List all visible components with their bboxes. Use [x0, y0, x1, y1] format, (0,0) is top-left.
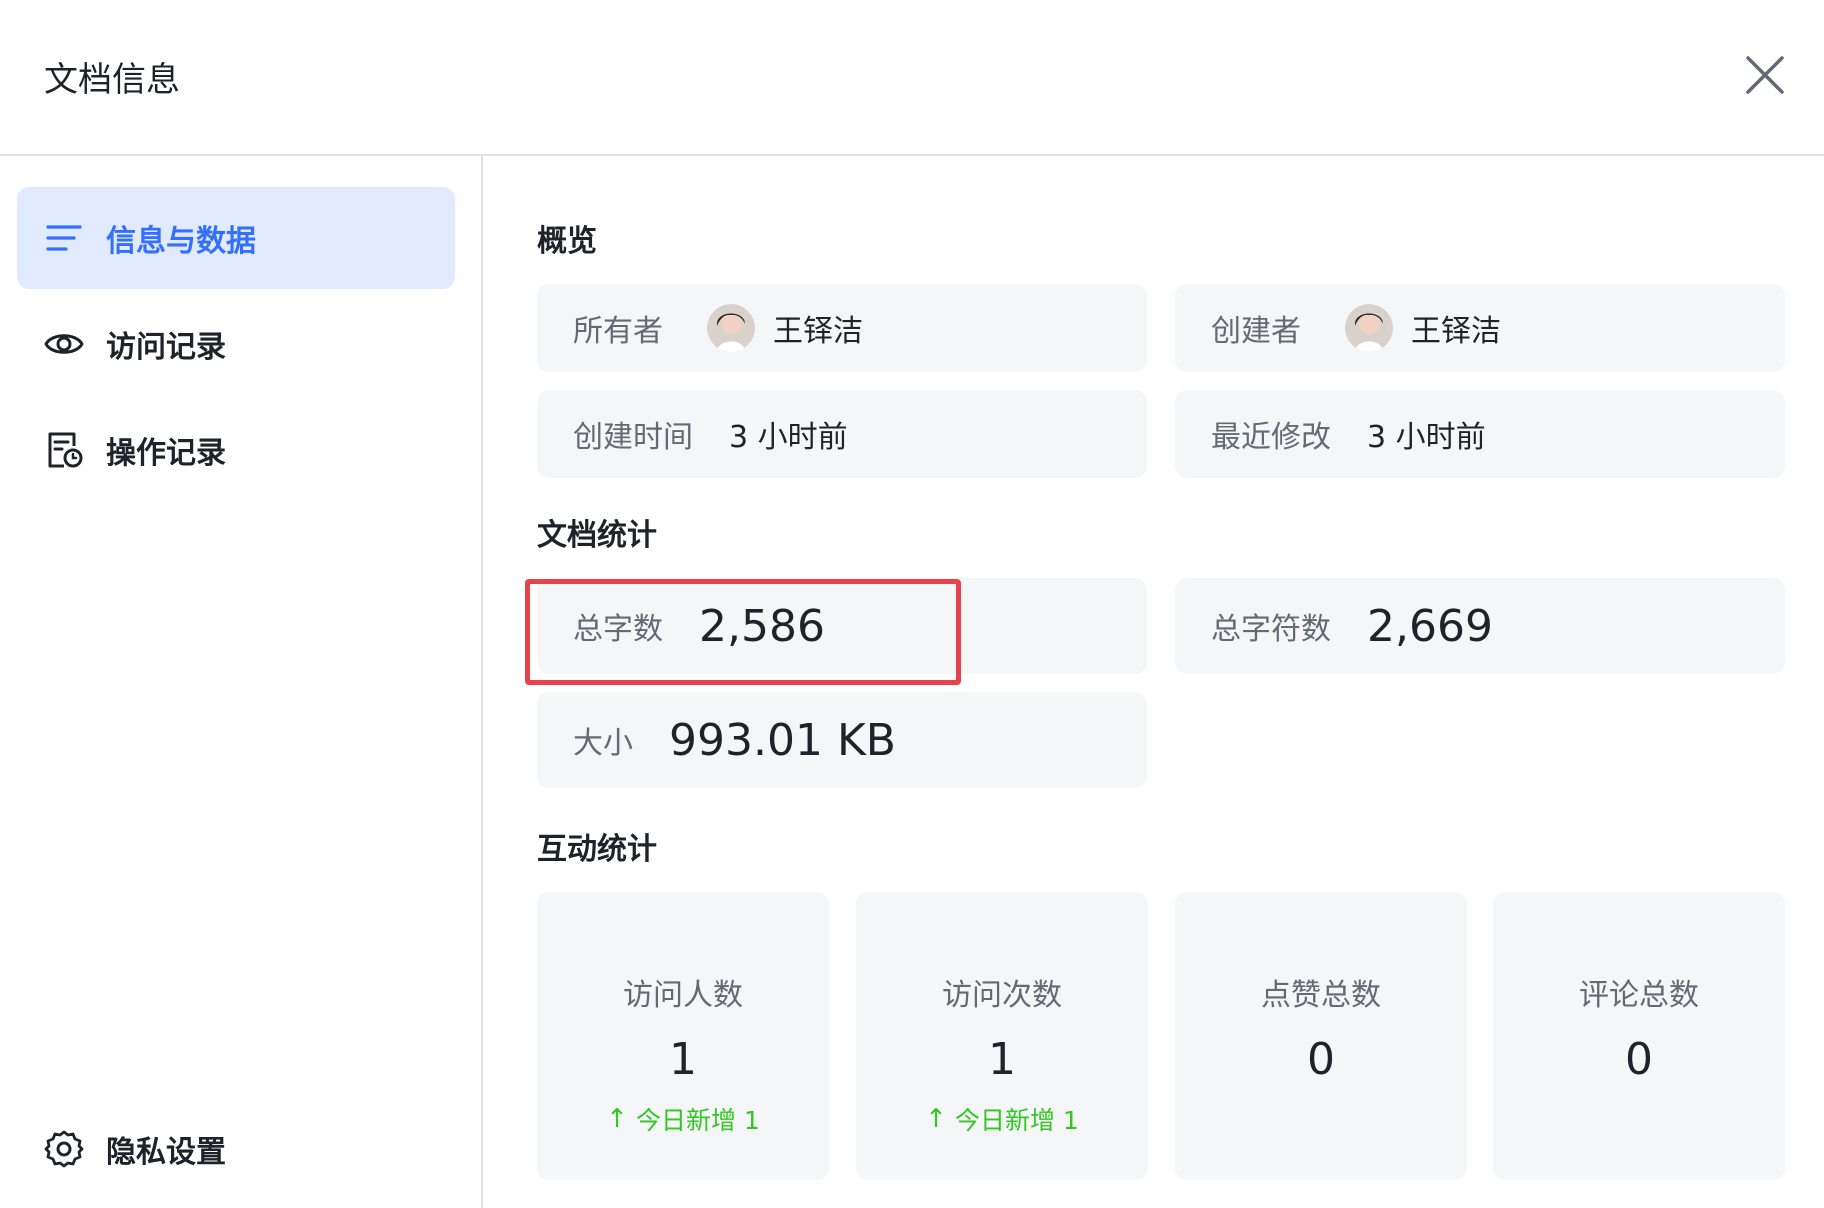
modified-time-card: 最近修改 3 小时前	[1175, 390, 1785, 478]
likes-label: 点赞总数	[1261, 978, 1381, 1013]
main-content: 概览 所有者 王铎洁 创建者 王铎洁 创建时间 3 小时前 最近修改 3 小时前…	[485, 156, 1824, 1208]
visits-delta-text: 今日新增 1	[954, 1106, 1079, 1135]
sidebar-item-privacy-settings[interactable]: 隐私设置	[17, 1098, 455, 1200]
created-time-label: 创建时间	[573, 420, 693, 455]
avatar[interactable]	[1345, 304, 1393, 352]
owner-card: 所有者 王铎洁	[537, 284, 1147, 372]
owner-name[interactable]: 王铎洁	[773, 306, 863, 350]
sidebar-item-label: 隐私设置	[106, 1135, 226, 1170]
creator-name[interactable]: 王铎洁	[1411, 306, 1501, 350]
dialog-header: 文档信息	[0, 0, 1824, 156]
modified-time-value: 3 小时前	[1367, 420, 1486, 455]
avatar[interactable]	[707, 304, 755, 352]
visitors-value: 1	[669, 1034, 697, 1085]
visitors-label: 访问人数	[623, 978, 743, 1013]
creator-label: 创建者	[1211, 314, 1301, 349]
comments-value: 0	[1625, 1034, 1653, 1085]
likes-card[interactable]: 点赞总数 0	[1175, 892, 1467, 1180]
created-time-value: 3 小时前	[729, 420, 848, 455]
owner-label: 所有者	[573, 314, 663, 349]
arrow-up-icon: ↑	[606, 1104, 628, 1134]
sidebar-item-label: 信息与数据	[106, 224, 256, 259]
creator-card: 创建者 王铎洁	[1175, 284, 1785, 372]
size-label: 大小	[573, 726, 633, 761]
char-count-card: 总字符数 2,669	[1175, 578, 1785, 674]
list-icon	[42, 216, 86, 260]
word-count-label: 总字数	[573, 612, 663, 647]
section-title-doc-stats: 文档统计	[537, 518, 657, 553]
arrow-up-icon: ↑	[925, 1104, 947, 1134]
visits-label: 访问次数	[942, 978, 1062, 1013]
char-count-label: 总字符数	[1211, 612, 1331, 647]
sidebar-item-operation-records[interactable]: 操作记录	[17, 399, 455, 501]
sidebar: 信息与数据 访问记录 操作记录 隐私设置	[0, 156, 483, 1208]
visits-delta: ↑ 今日新增 1	[925, 1101, 1079, 1137]
visits-card[interactable]: 访问次数 1 ↑ 今日新增 1	[856, 892, 1148, 1180]
gear-icon	[42, 1127, 86, 1171]
sidebar-item-info-data[interactable]: 信息与数据	[17, 187, 455, 289]
document-clock-icon	[42, 428, 86, 472]
close-icon	[1746, 56, 1784, 94]
likes-value: 0	[1307, 1034, 1335, 1085]
size-value: 993.01 KB	[669, 714, 896, 766]
sidebar-item-visit-records[interactable]: 访问记录	[17, 293, 455, 395]
word-count-card: 总字数 2,586	[537, 578, 1147, 674]
eye-icon	[42, 322, 86, 366]
char-count-value: 2,669	[1367, 600, 1493, 652]
visitors-card[interactable]: 访问人数 1 ↑ 今日新增 1	[537, 892, 829, 1180]
visitors-delta: ↑ 今日新增 1	[606, 1101, 760, 1137]
visitors-delta-text: 今日新增 1	[635, 1106, 760, 1135]
created-time-card: 创建时间 3 小时前	[537, 390, 1147, 478]
modified-time-label: 最近修改	[1211, 420, 1331, 455]
comments-label: 评论总数	[1579, 978, 1699, 1013]
word-count-value: 2,586	[699, 600, 825, 652]
section-title-interaction-stats: 互动统计	[537, 832, 657, 867]
sidebar-item-label: 操作记录	[106, 436, 226, 471]
comments-card[interactable]: 评论总数 0	[1493, 892, 1785, 1180]
visits-value: 1	[988, 1034, 1016, 1085]
sidebar-item-label: 访问记录	[106, 330, 226, 365]
section-title-overview: 概览	[537, 224, 597, 259]
dialog-title: 文档信息	[44, 60, 180, 100]
size-card: 大小 993.01 KB	[537, 692, 1147, 788]
close-button[interactable]	[1740, 50, 1790, 100]
